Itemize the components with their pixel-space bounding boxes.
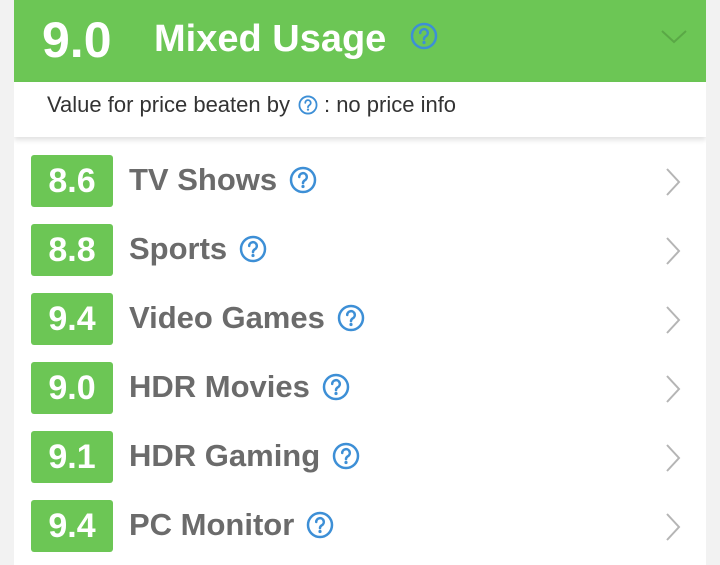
value-for-price-label: Value for price beaten by bbox=[47, 92, 290, 117]
usage-row-tv-shows[interactable]: 8.6 TV Shows bbox=[14, 137, 706, 207]
overall-score: 9.0 bbox=[42, 12, 112, 68]
usage-row-sports[interactable]: 8.8 Sports bbox=[14, 206, 706, 276]
usage-row-video-games[interactable]: 9.4 Video Games bbox=[14, 275, 706, 345]
value-for-price-status: : no price info bbox=[323, 92, 457, 117]
mixed-usage-header[interactable]: 9.0 Mixed Usage bbox=[14, 0, 706, 82]
usage-label: Sports bbox=[129, 231, 228, 266]
chevron-right-icon bbox=[666, 168, 681, 196]
question-circle-icon[interactable] bbox=[322, 373, 350, 401]
header-title: Mixed Usage bbox=[154, 18, 387, 60]
question-circle-icon[interactable] bbox=[332, 442, 360, 470]
question-circle-icon[interactable] bbox=[410, 22, 438, 50]
value-for-price-bar: Value for price beaten by : no price inf… bbox=[14, 82, 706, 137]
question-circle-icon[interactable] bbox=[239, 235, 267, 263]
usage-row-pc-monitor[interactable]: 9.4 PC Monitor bbox=[14, 482, 706, 552]
score-badge: 9.0 bbox=[31, 362, 113, 414]
usage-label: TV Shows bbox=[129, 162, 278, 197]
usage-label: HDR Movies bbox=[129, 369, 310, 404]
chevron-right-icon bbox=[666, 444, 681, 472]
usage-score-list: 8.6 TV Shows 8.8 Sports 9.4 Video Games … bbox=[14, 137, 706, 552]
question-circle-icon[interactable] bbox=[337, 304, 365, 332]
score-badge: 9.1 bbox=[31, 431, 113, 483]
score-badge: 9.4 bbox=[31, 500, 113, 552]
chevron-right-icon bbox=[666, 513, 681, 541]
chevron-down-icon[interactable] bbox=[660, 26, 688, 46]
chevron-right-icon bbox=[666, 375, 681, 403]
usage-row-hdr-movies[interactable]: 9.0 HDR Movies bbox=[14, 344, 706, 414]
question-circle-icon[interactable] bbox=[289, 166, 317, 194]
score-badge: 9.4 bbox=[31, 293, 113, 345]
score-badge: 8.6 bbox=[31, 155, 113, 207]
score-panel: 9.0 Mixed Usage Value for price beaten b… bbox=[14, 0, 706, 565]
usage-label: Video Games bbox=[129, 300, 325, 335]
question-circle-icon[interactable] bbox=[306, 511, 334, 539]
score-badge: 8.8 bbox=[31, 224, 113, 276]
usage-label: PC Monitor bbox=[129, 507, 295, 542]
chevron-right-icon bbox=[666, 237, 681, 265]
chevron-right-icon bbox=[666, 306, 681, 334]
usage-label: HDR Gaming bbox=[129, 438, 321, 473]
usage-row-hdr-gaming[interactable]: 9.1 HDR Gaming bbox=[14, 413, 706, 483]
question-circle-icon[interactable] bbox=[298, 95, 318, 115]
